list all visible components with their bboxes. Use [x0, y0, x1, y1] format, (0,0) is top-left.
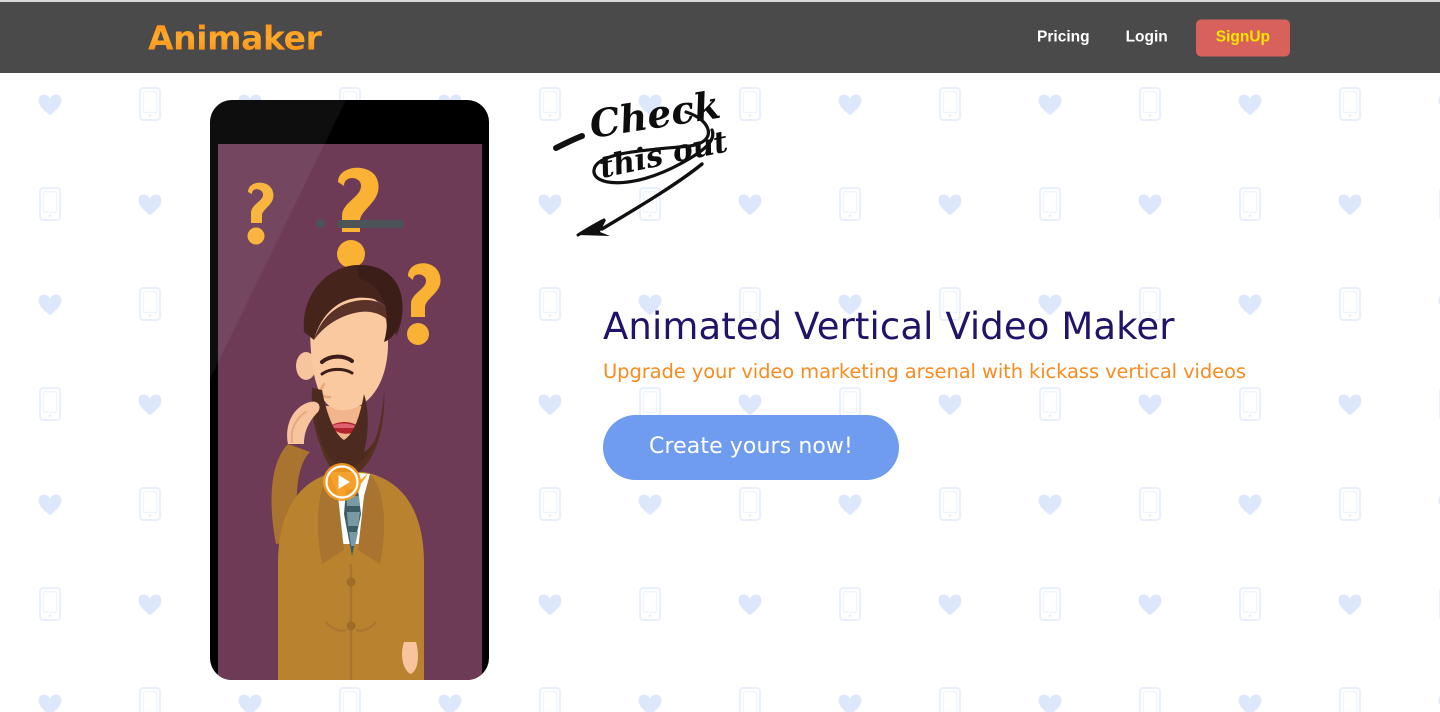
nav-link-pricing[interactable]: Pricing: [1037, 29, 1090, 47]
phone-camera-icon: [316, 219, 325, 228]
signup-button[interactable]: SignUp: [1195, 19, 1290, 56]
next-section-preview: [0, 706, 1440, 712]
site-header: Animaker Pricing Login SignUp: [0, 2, 1440, 73]
main-navigation: Pricing Login SignUp: [1037, 19, 1290, 56]
hero-title: Animated Vertical Video Maker: [603, 305, 1175, 348]
check-this-out-doodle: Check this out: [553, 90, 731, 237]
phone-speaker-grill: [337, 220, 404, 228]
page-root: Animaker Pricing Login SignUp Check this…: [0, 0, 1440, 712]
animaker-logo[interactable]: Animaker: [148, 18, 322, 57]
create-yours-now-button[interactable]: Create yours now!: [603, 414, 899, 480]
hero-subtitle: Upgrade your video marketing arsenal wit…: [603, 359, 1246, 383]
phone-mockup: [210, 100, 489, 680]
top-border-line: [0, 0, 1440, 2]
play-button-icon[interactable]: [322, 462, 362, 502]
hero-section: Animated Vertical Video Maker Upgrade yo…: [603, 305, 1303, 480]
nav-link-login[interactable]: Login: [1126, 29, 1168, 47]
